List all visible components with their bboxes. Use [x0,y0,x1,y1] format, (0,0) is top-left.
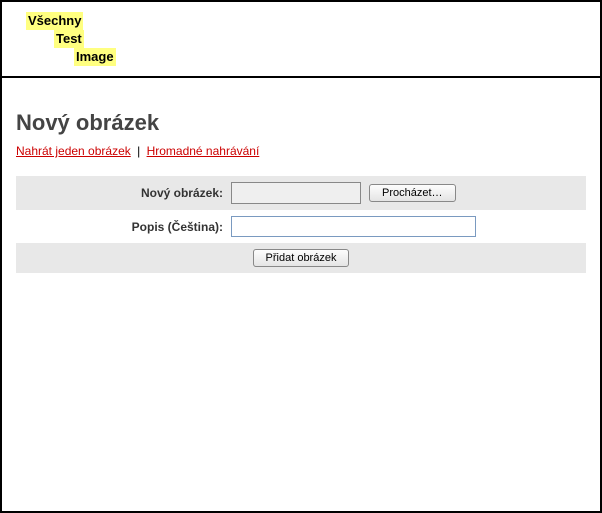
page-title: Nový obrázek [16,110,586,136]
tab-bulk-upload[interactable]: Hromadné nahrávání [147,144,260,158]
file-path-display [231,182,361,204]
file-input-wrap: Procházet… [231,182,456,204]
breadcrumb-item[interactable]: Všechny [26,12,83,30]
description-label: Popis (Čeština): [16,220,231,234]
breadcrumb-item[interactable]: Image [74,48,116,66]
content-area: Nový obrázek Nahrát jeden obrázek | Hrom… [2,78,600,511]
header-bar: Všechny Test Image [2,2,600,78]
row-description: Popis (Čeština): [16,210,586,243]
window-frame: Všechny Test Image Nový obrázek Nahrát j… [0,0,602,513]
row-file: Nový obrázek: Procházet… [16,176,586,210]
browse-button[interactable]: Procházet… [369,184,456,202]
description-input[interactable] [231,216,476,237]
file-label: Nový obrázek: [16,186,231,200]
submit-button[interactable]: Přidat obrázek [253,249,350,267]
tab-separator: | [137,144,140,158]
tab-single-upload[interactable]: Nahrát jeden obrázek [16,144,131,158]
breadcrumb-item[interactable]: Test [54,30,84,48]
row-submit: Přidat obrázek [16,243,586,273]
upload-mode-tabs: Nahrát jeden obrázek | Hromadné nahráván… [16,144,586,158]
